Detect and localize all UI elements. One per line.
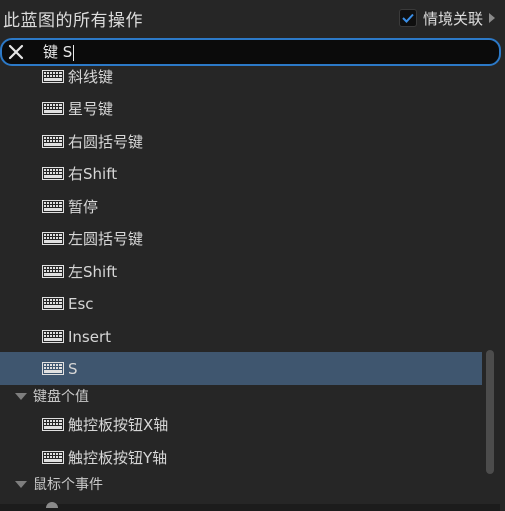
panel-title: 此蓝图的所有操作 xyxy=(3,11,143,31)
category-header[interactable]: 鼠标个事件 xyxy=(0,473,482,495)
list-item[interactable]: 星号键 xyxy=(0,92,482,125)
list-item-label: 左Shift xyxy=(68,263,118,281)
list-item[interactable]: 左Shift xyxy=(0,255,482,288)
category-label: 鼠标个事件 xyxy=(33,477,103,493)
keyboard-icon xyxy=(42,297,64,310)
scrollbar[interactable] xyxy=(484,66,496,511)
collapse-triangle-icon[interactable] xyxy=(15,392,27,400)
list-item-label: 右Shift xyxy=(68,165,118,183)
keyboard-icon xyxy=(42,102,64,115)
keyboard-icon xyxy=(42,232,64,245)
header: 此蓝图的所有操作 情境关联 xyxy=(0,0,505,36)
list-item[interactable]: 右Shift xyxy=(0,157,482,190)
search-value: 键 S xyxy=(43,43,73,61)
list-item[interactable]: Insert xyxy=(0,320,482,353)
list-item[interactable]: 左圆括号键 xyxy=(0,222,482,255)
keyboard-icon xyxy=(42,330,64,343)
keyboard-icon xyxy=(42,200,64,213)
keyboard-icon xyxy=(42,265,64,278)
category-label: 键盘个值 xyxy=(33,389,89,405)
keyboard-icon xyxy=(42,451,64,464)
context-label: 情境关联 xyxy=(422,9,483,28)
action-list: 斜线键 星号键 右圆括号键 右Shift 暂停 左圆括号键 左Shift Esc… xyxy=(0,66,482,511)
list-item[interactable]: 触控板按钮X轴 xyxy=(0,408,482,441)
partial-item-icon xyxy=(46,502,58,508)
keyboard-icon xyxy=(42,167,64,180)
scrollbar-thumb[interactable] xyxy=(486,350,494,474)
search-input[interactable]: 键 S xyxy=(43,41,75,63)
list-item-label: S xyxy=(68,359,78,378)
expand-arrow-icon[interactable] xyxy=(489,13,495,23)
bottom-border xyxy=(0,504,500,511)
list-item-selected[interactable]: S xyxy=(0,352,482,385)
list-item-label: Esc xyxy=(68,294,94,313)
category-header[interactable]: 键盘个值 xyxy=(0,385,482,407)
context-checkbox[interactable] xyxy=(398,9,417,27)
context-sensitive-toggle[interactable]: 情境关联 xyxy=(398,7,495,29)
list-item-label: 触控板按钮Y轴 xyxy=(68,449,168,467)
list-item[interactable]: 触控板按钮Y轴 xyxy=(0,441,482,474)
list-item-label: 星号键 xyxy=(68,100,114,118)
keyboard-icon xyxy=(42,418,64,431)
list-item[interactable]: 右圆括号键 xyxy=(0,125,482,158)
list-item-label: 暂停 xyxy=(68,198,99,216)
list-item[interactable]: 暂停 xyxy=(0,190,482,223)
list-item[interactable]: 斜线键 xyxy=(0,66,482,93)
close-icon[interactable] xyxy=(7,43,25,61)
keyboard-icon xyxy=(42,362,64,375)
list-item-label: Insert xyxy=(68,327,112,346)
list-item-label: 斜线键 xyxy=(68,68,114,86)
checkmark-icon xyxy=(402,13,414,23)
collapse-triangle-icon[interactable] xyxy=(15,480,27,488)
list-item-label: 右圆括号键 xyxy=(68,133,144,151)
list-item-label: 左圆括号键 xyxy=(68,230,144,248)
search-box[interactable]: 键 S xyxy=(0,38,501,66)
text-caret xyxy=(73,44,75,61)
list-item-label: 触控板按钮X轴 xyxy=(68,416,169,434)
list-item[interactable]: Esc xyxy=(0,287,482,320)
keyboard-icon xyxy=(42,135,64,148)
keyboard-icon xyxy=(42,70,64,83)
